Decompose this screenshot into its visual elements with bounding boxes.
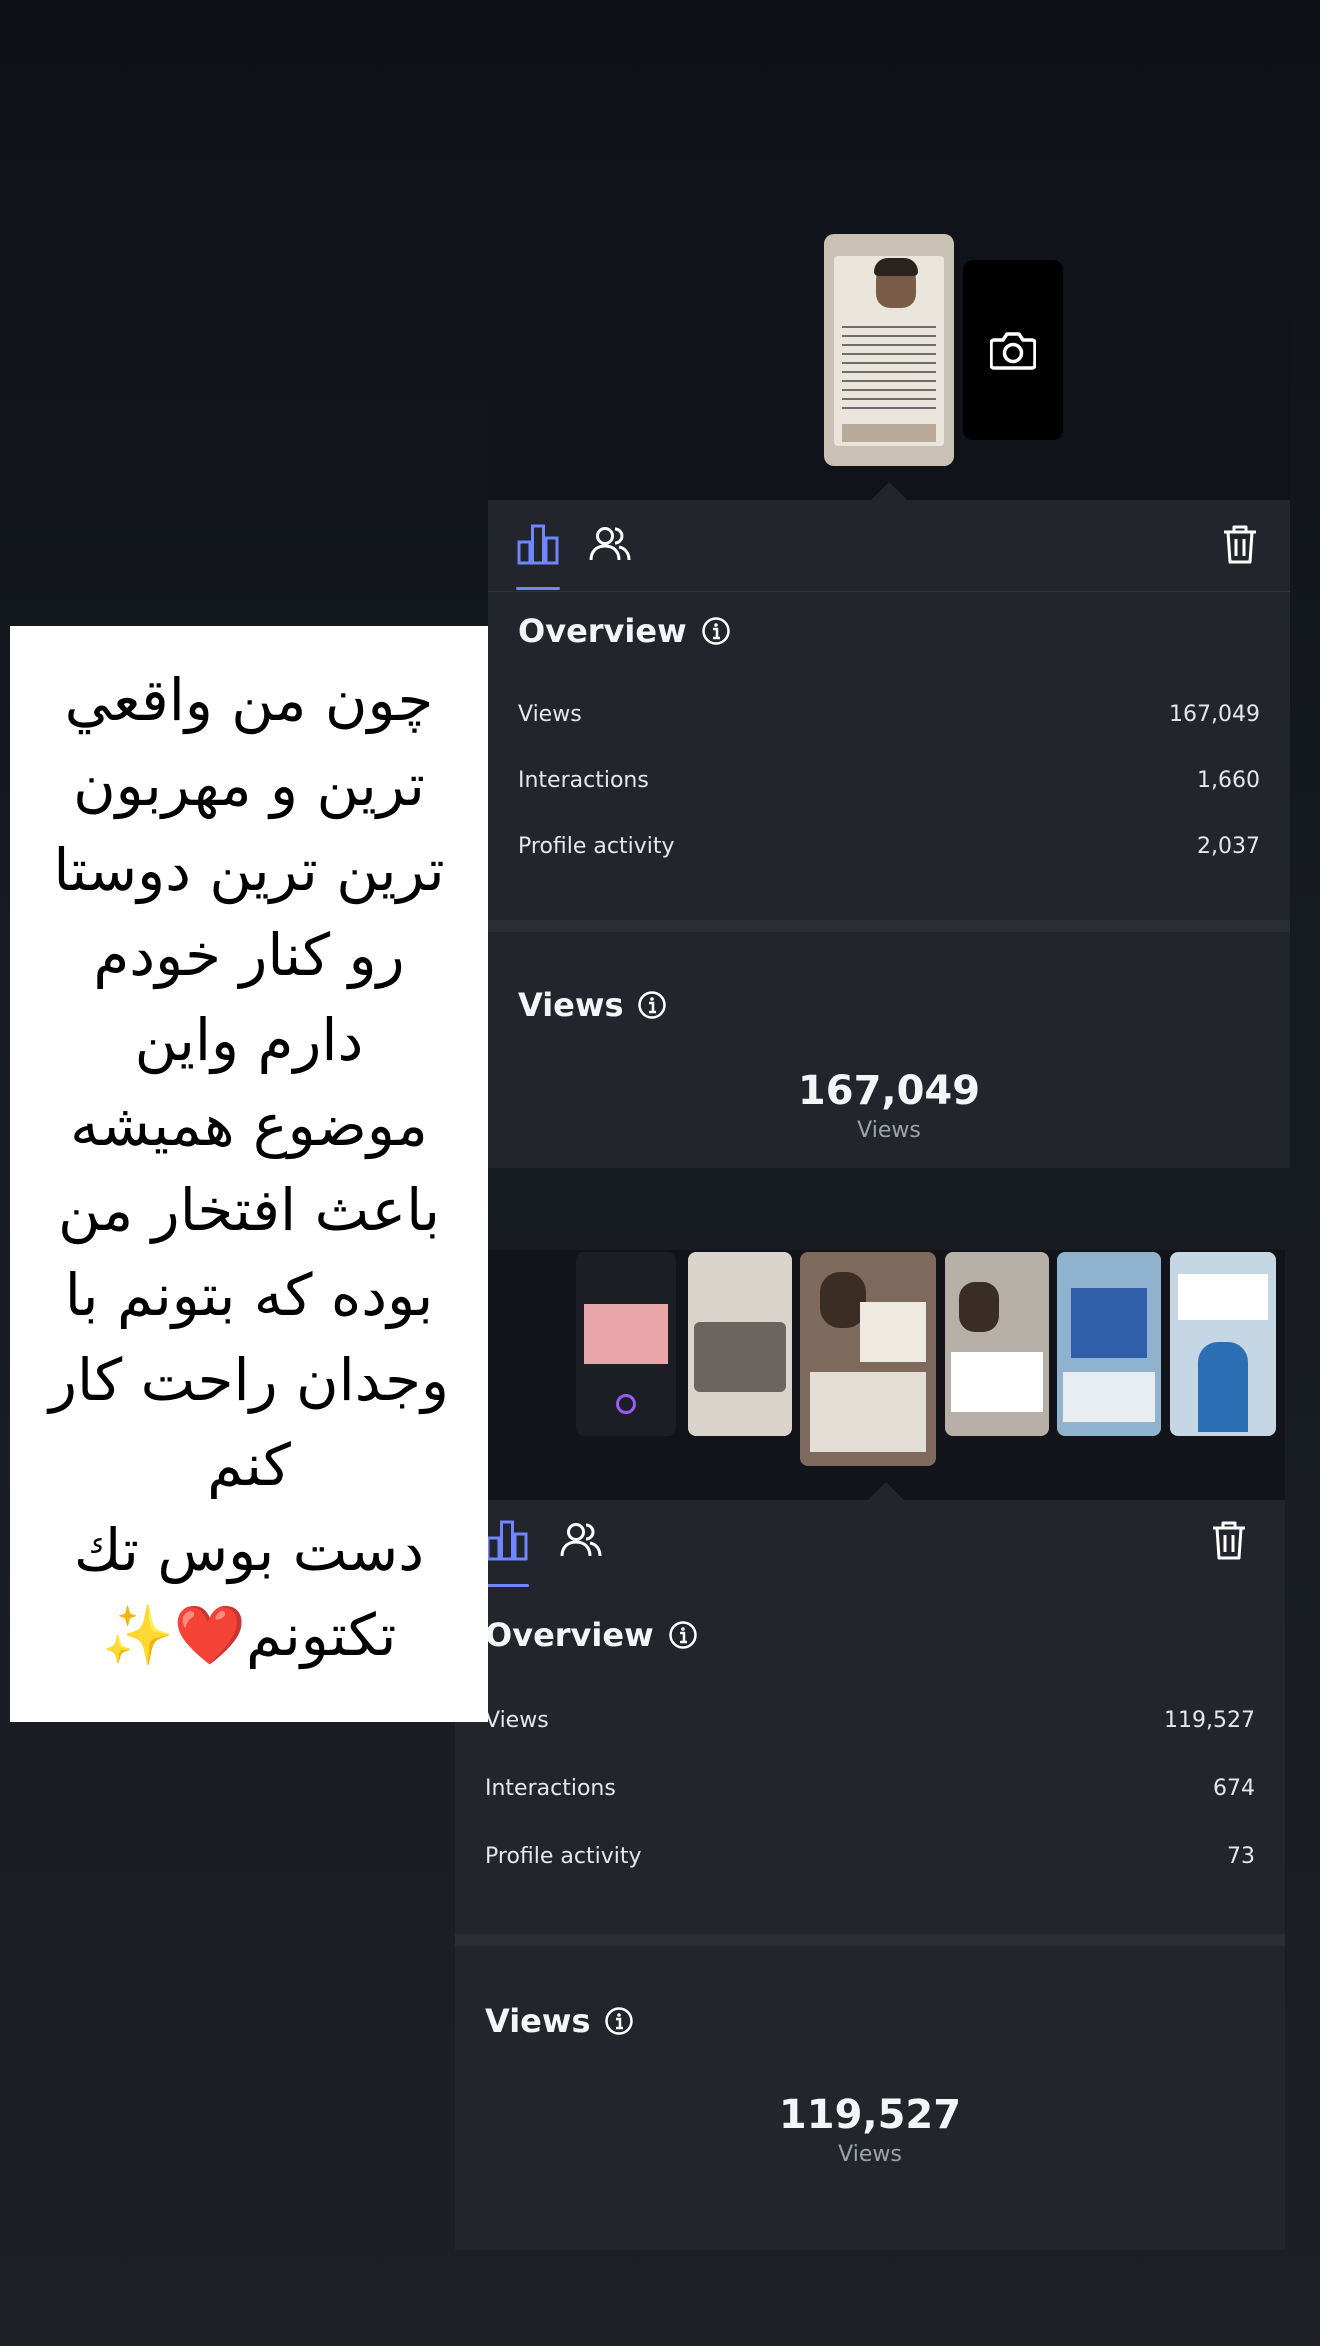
active-tab-indicator (485, 1584, 529, 1587)
caption-line: وجدان راحت كار (48, 1346, 450, 1414)
stat-label: Profile activity (485, 1843, 642, 1869)
top-insights-panel: Overview Views 167,049 Interactions 1,66… (488, 230, 1290, 1168)
info-icon[interactable] (701, 616, 731, 646)
tab-insights[interactable] (516, 522, 560, 566)
stat-label: Views (485, 1707, 549, 1733)
trash-icon (1213, 1521, 1245, 1560)
insights-card: Overview Views 119,527 Interactions 674 … (455, 1500, 1285, 2250)
insights-card: Overview Views 167,049 Interactions 1,66… (488, 500, 1290, 1168)
bar-chart-icon (517, 524, 559, 565)
views-title: Views (518, 986, 624, 1024)
views-total: 167,049 (797, 1068, 981, 1114)
bar-chart-icon (486, 1520, 528, 1561)
overview-title: Overview (518, 612, 687, 650)
overview-heading: Overview (485, 1616, 698, 1654)
stat-label: Interactions (518, 767, 649, 793)
caption-line: ترين ترين دوستا (53, 836, 445, 904)
stat-value: 73 (1227, 1843, 1255, 1869)
caption-text-card: چون من واقعي ترين و مهربون ترين ترين دوس… (10, 626, 488, 1722)
stat-row-views: Views 119,527 (485, 1700, 1255, 1740)
stat-row-profile-activity: Profile activity 73 (485, 1836, 1255, 1876)
info-icon[interactable] (637, 990, 667, 1020)
camera-icon (990, 332, 1036, 370)
stat-row-views: Views 167,049 (518, 694, 1260, 734)
delete-button[interactable] (1207, 1518, 1251, 1562)
story-thumbnail-selected[interactable] (824, 234, 954, 466)
section-divider (455, 1934, 1285, 1946)
views-heading: Views (485, 2002, 634, 2040)
story-thumbnail-strip (488, 230, 1290, 500)
stat-value: 674 (1213, 1775, 1255, 1801)
views-total: 119,527 (778, 2092, 962, 2138)
stat-label: Profile activity (518, 833, 675, 859)
people-icon (589, 527, 631, 561)
story-preview-image (834, 256, 944, 446)
stat-label: Views (518, 701, 582, 727)
views-total-label: Views (838, 2142, 902, 2167)
caption-last-line: تكتونم❤️✨ (10, 1593, 488, 1678)
stat-value: 1,660 (1197, 767, 1260, 793)
story-thumbnail[interactable] (576, 1252, 676, 1436)
stat-label: Interactions (485, 1775, 616, 1801)
tab-insights[interactable] (485, 1518, 529, 1562)
stat-value: 119,527 (1164, 1707, 1255, 1733)
views-title: Views (485, 2002, 591, 2040)
stat-value: 2,037 (1197, 833, 1260, 859)
selection-caret (871, 482, 907, 500)
overview-title: Overview (485, 1616, 654, 1654)
heart-emoji: ❤️ (173, 1601, 247, 1669)
selection-caret (868, 1482, 904, 1500)
tab-audience[interactable] (559, 1518, 603, 1562)
story-thumbnail[interactable] (1057, 1252, 1161, 1436)
overview-heading: Overview (518, 612, 731, 650)
caption-line: دست بوس تك (73, 1516, 425, 1584)
info-icon[interactable] (604, 2006, 634, 2036)
story-thumbnail[interactable] (1170, 1252, 1276, 1436)
story-thumbnail[interactable] (688, 1252, 792, 1436)
caption-line: موضوع هميشه (70, 1091, 428, 1159)
caption-line: ترين و مهربون (73, 751, 425, 819)
views-total-label: Views (857, 1118, 921, 1143)
active-tab-indicator (516, 587, 560, 590)
bottom-insights-panel: Overview Views 119,527 Interactions 674 … (455, 1250, 1285, 2250)
section-divider (488, 920, 1290, 932)
story-thumbnail[interactable] (945, 1252, 1049, 1436)
story-thumbnail-strip (488, 1250, 1285, 1500)
views-heading: Views (518, 986, 667, 1024)
insights-tabbar (488, 500, 1290, 592)
delete-button[interactable] (1218, 522, 1262, 566)
caption-line: كنم (207, 1431, 291, 1499)
caption-line: چون من واقعي (64, 666, 434, 734)
info-icon[interactable] (668, 1620, 698, 1650)
stat-row-interactions: Interactions 1,660 (518, 760, 1260, 800)
story-thumbnail[interactable] (800, 1252, 936, 1466)
caption-line: رو كنار خودم (93, 921, 405, 989)
sparkles-emoji: ✨ (101, 1601, 174, 1669)
caption-line: بوده كه بتونم با (64, 1261, 434, 1329)
caption-line: دارم واين (134, 1006, 364, 1074)
caption-line: تكتونم (246, 1601, 397, 1669)
trash-icon (1224, 525, 1256, 564)
stat-row-interactions: Interactions 674 (485, 1768, 1255, 1808)
add-story-camera-button[interactable] (963, 260, 1063, 440)
caption-line: باعث افتخار من (58, 1176, 440, 1244)
tab-audience[interactable] (588, 522, 632, 566)
people-icon (560, 1523, 602, 1557)
stat-value: 167,049 (1169, 701, 1260, 727)
stat-row-profile-activity: Profile activity 2,037 (518, 826, 1260, 866)
